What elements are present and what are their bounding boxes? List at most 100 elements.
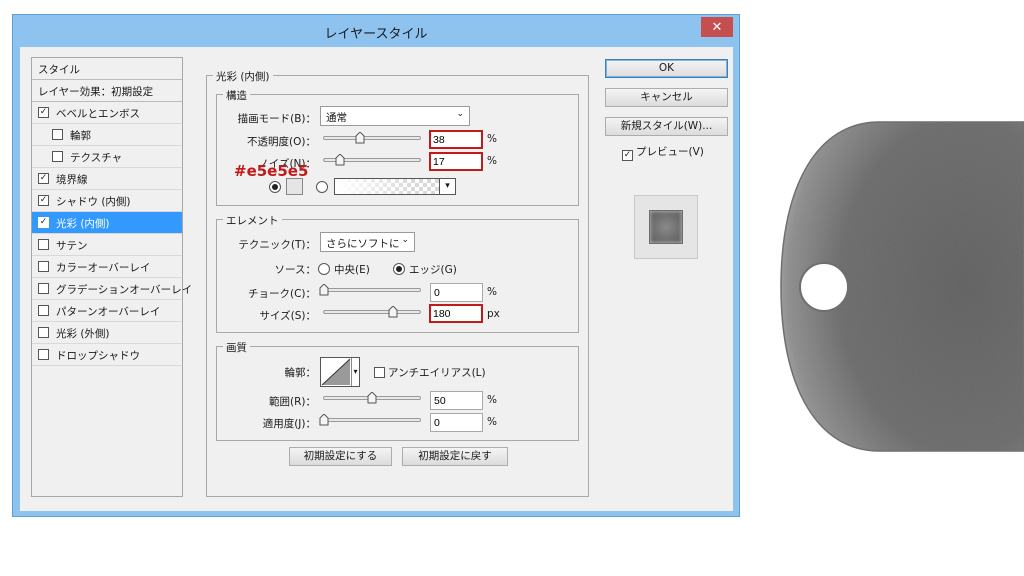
noise-input[interactable] [429, 152, 483, 171]
style-item-label: テクスチャ [70, 152, 123, 164]
jitter-input[interactable] [430, 413, 483, 432]
choke-unit: % [487, 286, 497, 298]
range-label: 範囲(R)： [269, 396, 316, 408]
style-item-checkbox[interactable]: ✓ [38, 173, 49, 184]
style-item-label: ドロップシャドウ [56, 350, 140, 362]
style-item-checkbox[interactable] [52, 129, 63, 140]
style-item[interactable]: ✓ ベベルとエンボス [32, 102, 182, 124]
preview-label: プレビュー(V) [636, 146, 704, 158]
choke-slider[interactable] [319, 284, 421, 296]
opacity-label: 不透明度(O)： [247, 136, 316, 148]
style-item-checkbox[interactable] [38, 327, 49, 338]
style-item-label: ベベルとエンボス [56, 108, 140, 120]
range-slider[interactable] [323, 392, 421, 404]
style-item[interactable]: グラデーションオーバーレイ [32, 278, 192, 300]
opacity-slider-thumb[interactable] [355, 132, 365, 144]
gradient-fade [335, 179, 415, 194]
style-item[interactable]: 輪郭 [32, 124, 182, 146]
style-preview [634, 195, 698, 259]
jitter-label: 適用度(J)： [262, 418, 316, 430]
cancel-button[interactable]: キャンセル [605, 88, 728, 107]
style-item-checkbox[interactable] [38, 349, 49, 360]
jitter-slider[interactable] [319, 414, 421, 426]
opacity-input[interactable] [429, 130, 483, 149]
size-slider-thumb[interactable] [388, 306, 398, 318]
gradient-picker[interactable]: ▾ [334, 178, 456, 195]
blend-mode-value: 通常 [326, 112, 347, 124]
chevron-down-icon: ⌄ [401, 235, 409, 245]
jitter-slider-thumb[interactable] [319, 414, 329, 426]
preview-checkbox-box: ✓ [622, 150, 633, 161]
choke-label: チョーク(C)： [247, 288, 316, 300]
make-default-button[interactable]: 初期設定にする [289, 447, 392, 466]
style-item-checkbox[interactable] [38, 239, 49, 250]
style-item-checkbox[interactable]: ✓ [38, 217, 49, 228]
chevron-down-icon: ⌄ [456, 109, 464, 119]
antialias-checkbox[interactable]: アンチエイリアス(L) [374, 365, 486, 380]
contour-label: 輪郭： [284, 367, 317, 379]
source-center-label[interactable]: 中央(E) [334, 262, 370, 277]
style-item-checkbox[interactable] [38, 305, 49, 316]
style-item[interactable]: サテン [32, 234, 182, 256]
glow-color-swatch[interactable] [286, 178, 303, 195]
blending-options-item[interactable]: レイヤー効果：初期設定 [32, 80, 182, 102]
style-item-label: グラデーションオーバーレイ [56, 284, 193, 296]
size-input[interactable] [429, 304, 483, 323]
style-item[interactable]: テクスチャ [32, 146, 182, 168]
jitter-unit: % [487, 416, 497, 428]
style-item-checkbox[interactable]: ✓ [38, 107, 49, 118]
title-bar[interactable]: レイヤースタイル ✕ [13, 15, 739, 47]
style-item-label: パターンオーバーレイ [56, 306, 161, 318]
style-item[interactable]: ✓ シャドウ (内側) [32, 190, 182, 212]
style-item-label: 輪郭 [70, 130, 91, 142]
style-item[interactable]: カラーオーバーレイ [32, 256, 182, 278]
noise-slider-thumb[interactable] [335, 154, 345, 166]
source-edge-radio[interactable] [393, 263, 405, 275]
style-item[interactable]: ✓ 光彩 (内側) [32, 212, 182, 234]
styles-header[interactable]: スタイル [32, 58, 182, 80]
new-style-button[interactable]: 新規スタイル(W)... [605, 117, 728, 136]
choke-input[interactable] [430, 283, 483, 302]
range-slider-thumb[interactable] [367, 392, 377, 404]
technique-value: さらにソフトに [326, 238, 400, 250]
opacity-slider[interactable] [323, 132, 421, 144]
linear-contour-icon [321, 358, 351, 386]
technique-select[interactable]: さらにソフトに ⌄ [320, 232, 415, 252]
style-item-checkbox[interactable] [38, 283, 49, 294]
style-item-checkbox[interactable]: ✓ [38, 195, 49, 206]
close-button[interactable]: ✕ [701, 17, 733, 37]
noise-unit: % [487, 155, 497, 167]
blend-mode-label: 描画モード(B)： [237, 113, 316, 125]
style-item[interactable]: パターンオーバーレイ [32, 300, 182, 322]
gradient-radio[interactable] [316, 181, 328, 193]
solid-color-radio[interactable] [269, 181, 281, 193]
blend-mode-select[interactable]: 通常 ⌄ [320, 106, 470, 126]
style-item-label: サテン [56, 240, 88, 252]
range-unit: % [487, 394, 497, 406]
style-item[interactable]: 光彩 (外側) [32, 322, 182, 344]
style-item-checkbox[interactable] [38, 261, 49, 272]
noise-slider[interactable] [323, 154, 421, 166]
style-item-checkbox[interactable] [52, 151, 63, 162]
source-label: ソース： [274, 264, 316, 276]
preview-checkbox[interactable]: ✓ プレビュー(V) [622, 144, 704, 161]
technique-label: テクニック(T)： [238, 239, 316, 251]
dog-tag-shape [780, 121, 1024, 452]
size-slider[interactable] [323, 306, 421, 318]
ok-button[interactable]: OK [605, 59, 728, 78]
close-icon: ✕ [711, 19, 723, 35]
contour-dropdown-arrow-icon[interactable]: ▾ [351, 358, 359, 386]
layer-style-dialog: レイヤースタイル ✕ スタイル レイヤー効果：初期設定 ✓ ベベルとエンボス輪郭テ… [12, 14, 740, 517]
style-items: ✓ ベベルとエンボス輪郭テクスチャ ✓ 境界線 ✓ シャドウ (内側) ✓ 光彩 (内側) サテ… [32, 102, 192, 366]
style-item[interactable]: ドロップシャドウ [32, 344, 182, 366]
style-item[interactable]: ✓ 境界線 [32, 168, 182, 190]
source-edge-label[interactable]: エッジ(G) [409, 262, 457, 277]
range-input[interactable] [430, 391, 483, 410]
source-center-radio[interactable] [318, 263, 330, 275]
reset-default-button[interactable]: 初期設定に戻す [402, 447, 508, 466]
dialog-title: レイヤースタイル [324, 27, 428, 42]
contour-picker[interactable]: ▾ [320, 357, 360, 387]
panel-title: 光彩 (内側) [213, 69, 273, 84]
gradient-dropdown-arrow-icon[interactable]: ▾ [439, 179, 455, 194]
choke-slider-thumb[interactable] [319, 284, 329, 296]
